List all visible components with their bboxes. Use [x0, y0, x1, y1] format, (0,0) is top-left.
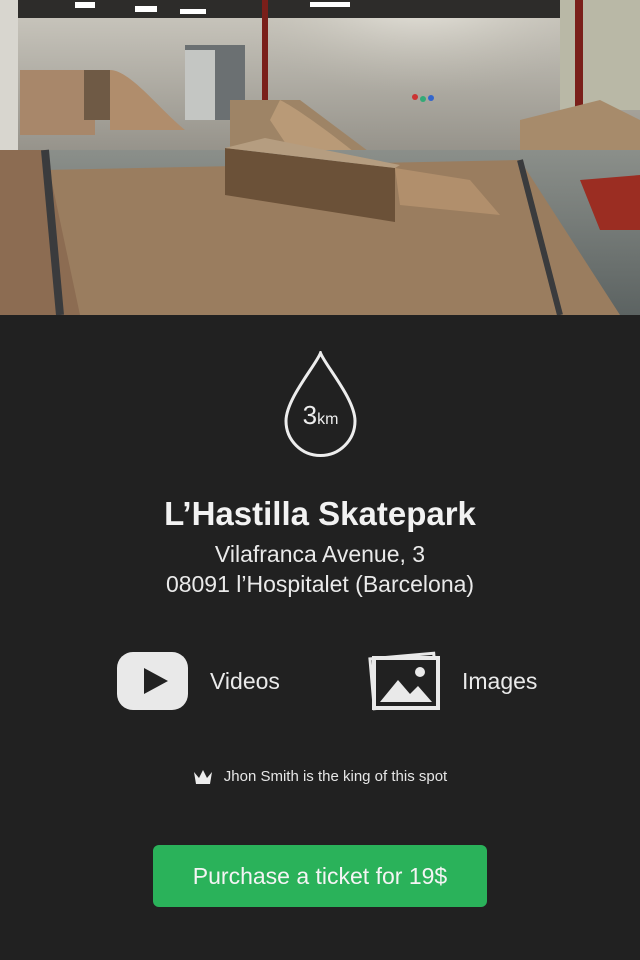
play-icon [117, 652, 188, 710]
purchase-ticket-button[interactable]: Purchase a ticket for 19$ [153, 845, 487, 907]
distance-readout: 3km [283, 400, 358, 431]
spot-name: L’Hastilla Skatepark [164, 495, 476, 532]
king-of-spot: Jhon Smith is the king of this spot [0, 768, 640, 785]
hero-skatepark-photo [0, 0, 640, 315]
distance-value: 3 [302, 400, 318, 430]
address-line-1: Vilafranca Avenue, 3 [214, 541, 426, 567]
images-label: Images [462, 667, 538, 694]
crown-icon [193, 769, 212, 784]
address-line-2: 08091 l’Hospitalet (Barcelona) [165, 571, 475, 597]
king-text: Jhon Smith is the king of this spot [223, 768, 448, 785]
picture-icon [368, 651, 440, 711]
distance-unit: km [317, 411, 339, 428]
images-button[interactable]: Images [368, 650, 537, 712]
videos-label: Videos [210, 667, 280, 694]
videos-button[interactable]: Videos [117, 650, 280, 712]
